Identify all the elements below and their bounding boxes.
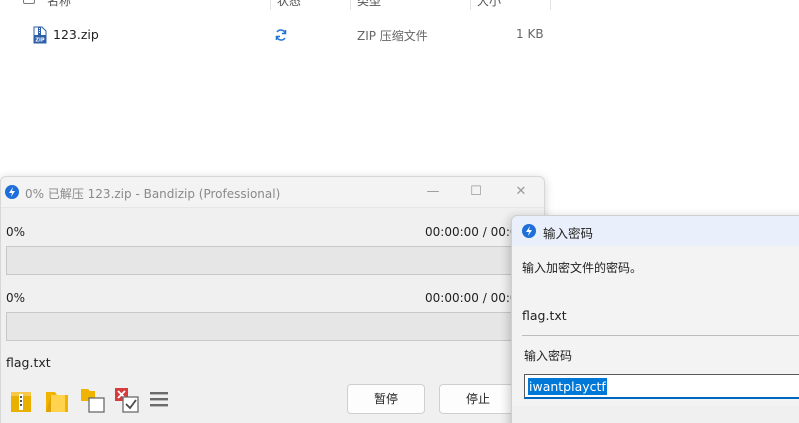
column-size[interactable]: 大小 [477,0,501,10]
overall-progress-bar [6,246,536,275]
svg-text:ZIP: ZIP [35,38,44,44]
stop-button[interactable]: 停止 [439,384,517,414]
progress-panel: 0% 00:00:00 / 00:00:00 0% 00:00:00 / 00:… [1,207,544,423]
column-divider[interactable] [350,0,351,10]
password-input[interactable]: iwantplayctf [524,374,799,399]
sync-icon [275,29,287,41]
file-size: 1 KB [516,27,544,41]
title-bar[interactable]: 0% 已解压 123.zip - Bandizip (Professional)… [1,177,544,207]
password-dialog: 输入密码 输入加密文件的密码。 flag.txt 输入密码 iwantplayc… [511,215,799,423]
password-label: 输入密码 [524,349,573,363]
file-percent: 0% [6,291,26,305]
dialog-prompt: 输入加密文件的密码。 [522,261,643,275]
file-progress-bar [6,312,536,341]
copy-window-icon[interactable] [79,386,107,414]
encrypted-filename: flag.txt [522,308,567,323]
divider [522,335,799,336]
bandizip-logo-icon [5,185,19,199]
file-type: ZIP 压缩文件 [357,29,428,43]
dialog-footer [512,406,799,423]
password-value[interactable]: iwantplayctf [528,378,607,395]
column-divider[interactable] [550,0,551,10]
zip-file-icon: ZIP [33,26,47,44]
column-status[interactable]: 状态 [277,0,301,10]
close-button[interactable]: ✕ [511,183,531,201]
pause-button[interactable]: 暂停 [347,384,425,414]
file-name[interactable]: 123.zip [53,27,99,42]
current-file: flag.txt [6,355,51,370]
column-type[interactable]: 类型 [357,0,381,10]
column-header: 名称 状态 类型 大小 [0,0,560,10]
column-name[interactable]: 名称 [47,0,71,10]
column-divider[interactable] [470,0,471,10]
bandizip-logo-icon [522,224,536,238]
dialog-title: 输入密码 [543,226,594,241]
overall-percent: 0% [6,225,26,239]
zip-folder-icon[interactable] [7,386,35,414]
column-divider[interactable] [270,0,271,10]
dialog-title-bar[interactable]: 输入密码 [512,216,799,246]
minimize-button[interactable]: — [423,183,443,201]
delete-after-extract-icon[interactable] [113,386,141,414]
bandizip-progress-window: 0% 已解压 123.zip - Bandizip (Professional)… [0,176,545,423]
open-folder-icon[interactable] [43,386,71,414]
maximize-button[interactable]: ☐ [466,183,486,201]
menu-icon[interactable] [147,386,175,414]
file-row[interactable]: ZIP 123.zip ZIP 压缩文件 1 KB [0,24,560,46]
select-all-checkbox[interactable] [23,0,35,4]
window-title: 0% 已解压 123.zip - Bandizip (Professional) [25,187,281,201]
